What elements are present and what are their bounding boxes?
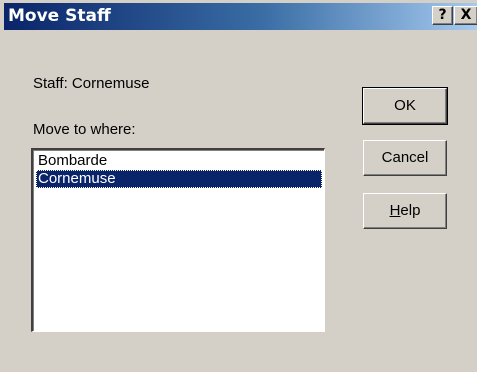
move-staff-dialog: Move Staff ? X Staff: Cornemuse Move to … xyxy=(0,0,477,372)
cancel-button[interactable]: Cancel xyxy=(363,140,447,176)
help-icon[interactable]: ? xyxy=(432,6,453,25)
window-title: Move Staff xyxy=(8,6,111,26)
ok-button[interactable]: OK xyxy=(362,87,448,125)
close-icon[interactable]: X xyxy=(454,6,477,25)
staff-label: Staff: Cornemuse xyxy=(33,75,150,92)
destination-listbox[interactable]: Bombarde Cornemuse xyxy=(31,148,325,332)
list-item-cornemuse[interactable]: Cornemuse xyxy=(36,170,322,188)
help-mnemonic: H xyxy=(389,202,401,219)
help-button[interactable]: Help xyxy=(363,193,447,229)
help-label-rest: elp xyxy=(400,202,421,219)
title-bar[interactable]: Move Staff ? X xyxy=(4,3,477,30)
list-item-bombarde[interactable]: Bombarde xyxy=(36,152,322,170)
move-to-label: Move to where: xyxy=(33,121,136,138)
